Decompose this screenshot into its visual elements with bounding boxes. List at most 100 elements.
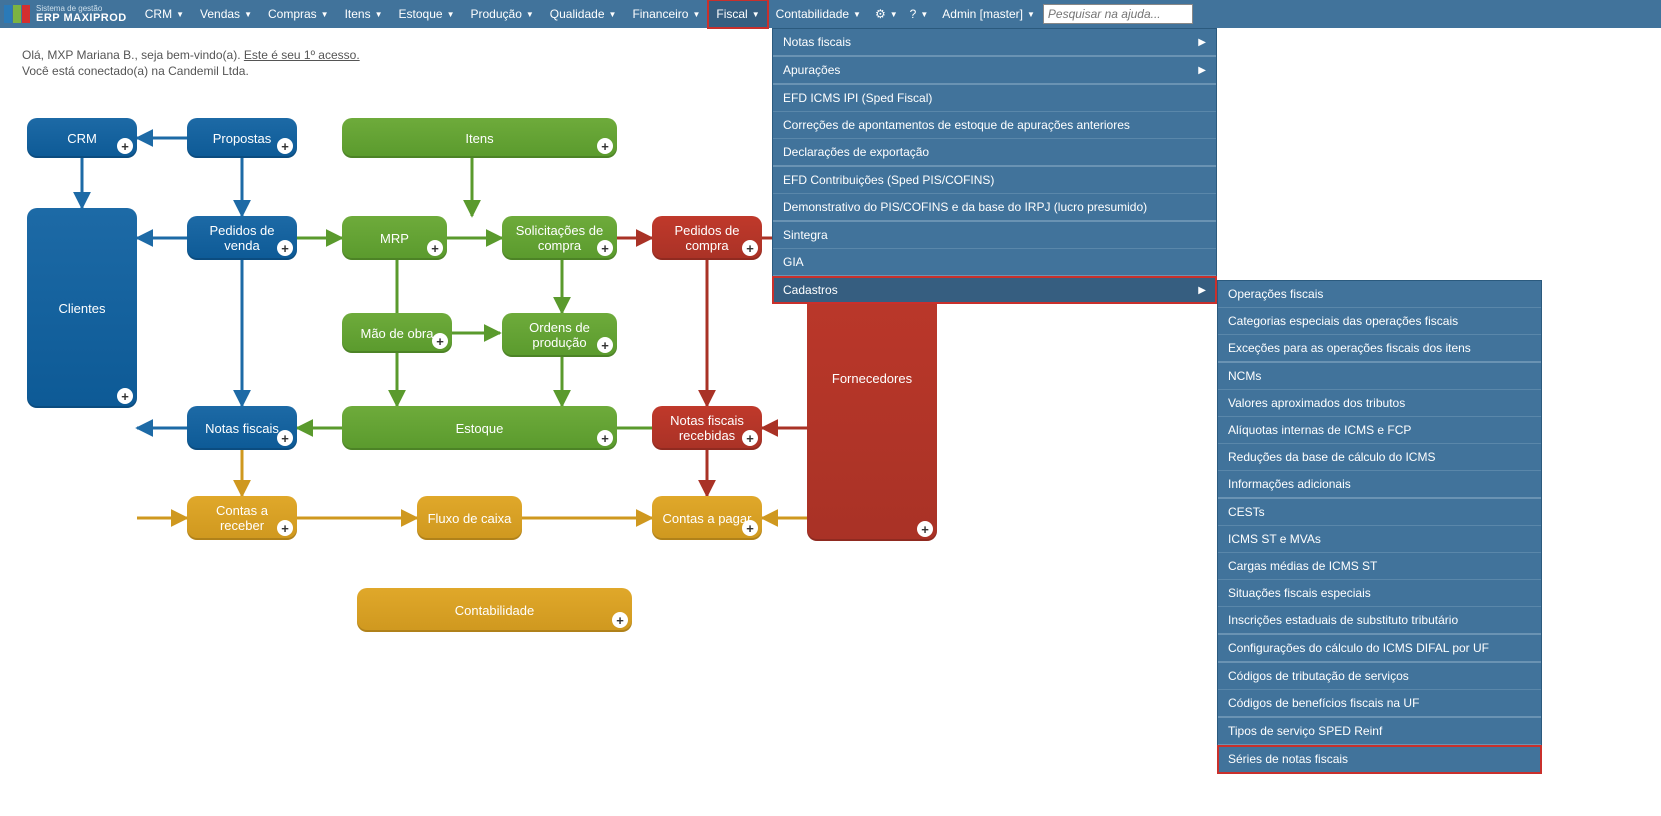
submenu-cargas[interactable]: Cargas médias de ICMS ST [1218,553,1541,580]
caret-down-icon: ▼ [526,10,534,19]
dropdown-efd-contrib[interactable]: EFD Contribuições (Sped PIS/COFINS) [773,167,1216,194]
plus-icon[interactable]: + [597,138,613,154]
submenu-reducoes[interactable]: Reduções da base de cálculo do ICMS [1218,444,1541,471]
caret-down-icon: ▼ [176,10,184,19]
gear-icon: ⚙ [875,7,886,21]
caret-down-icon: ▼ [244,10,252,19]
dropdown-efd-icms[interactable]: EFD ICMS IPI (Sped Fiscal) [773,85,1216,112]
menu-fiscal[interactable]: Fiscal▼ [708,0,767,28]
caret-down-icon: ▼ [890,10,898,19]
plus-icon[interactable]: + [277,430,293,446]
plus-icon[interactable]: + [742,240,758,256]
caret-down-icon: ▼ [692,10,700,19]
submenu-valores-aprox[interactable]: Valores aproximados dos tributos [1218,390,1541,417]
help-search-input[interactable] [1043,4,1193,24]
menu-qualidade[interactable]: Qualidade▼ [542,0,625,28]
node-contas-receber[interactable]: Contas a receber+ [187,496,297,540]
plus-icon[interactable]: + [117,138,133,154]
plus-icon[interactable]: + [597,337,613,353]
submenu-categorias[interactable]: Categorias especiais das operações fisca… [1218,308,1541,335]
submenu-tipos-sped[interactable]: Tipos de serviço SPED Reinf [1218,718,1541,746]
brand-name: ERP MAXIPROD [36,13,127,24]
node-pedidos-venda[interactable]: Pedidos de venda+ [187,216,297,260]
fiscal-dropdown: Notas fiscais▶ Apurações▶ EFD ICMS IPI (… [772,28,1217,304]
top-navbar: Sistema de gestão ERP MAXIPROD CRM▼ Vend… [0,0,1661,28]
node-fluxo-caixa[interactable]: Fluxo de caixa [417,496,522,540]
submenu-situacoes[interactable]: Situações fiscais especiais [1218,580,1541,607]
submenu-ncms[interactable]: NCMs [1218,363,1541,390]
dropdown-cadastros[interactable]: Cadastros▶ [773,277,1216,303]
submenu-info-adicionais[interactable]: Informações adicionais [1218,471,1541,499]
plus-icon[interactable]: + [277,520,293,536]
menu-compras[interactable]: Compras▼ [260,0,337,28]
dropdown-declaracoes[interactable]: Declarações de exportação [773,139,1216,167]
submenu-excecoes[interactable]: Exceções para as operações fiscais dos i… [1218,335,1541,363]
node-ordens-producao[interactable]: Ordens de produção+ [502,313,617,357]
submenu-inscricoes[interactable]: Inscrições estaduais de substituto tribu… [1218,607,1541,635]
submenu-config-difal[interactable]: Configurações do cálculo do ICMS DIFAL p… [1218,635,1541,663]
chevron-right-icon: ▶ [1198,285,1206,296]
menu-producao[interactable]: Produção▼ [463,0,542,28]
node-clientes[interactable]: Clientes+ [27,208,137,408]
node-solicitacoes[interactable]: Solicitações de compra+ [502,216,617,260]
node-itens[interactable]: Itens+ [342,118,617,158]
node-nf-recebidas[interactable]: Notas fiscais recebidas+ [652,406,762,450]
first-access-link[interactable]: Este é seu 1º acesso. [244,48,360,62]
caret-down-icon: ▼ [375,10,383,19]
menu-vendas[interactable]: Vendas▼ [192,0,260,28]
chevron-right-icon: ▶ [1198,65,1206,76]
node-propostas[interactable]: Propostas+ [187,118,297,158]
node-estoque[interactable]: Estoque+ [342,406,617,450]
caret-down-icon: ▼ [752,10,760,19]
caret-down-icon: ▼ [321,10,329,19]
menu-financeiro[interactable]: Financeiro▼ [624,0,708,28]
dropdown-gia[interactable]: GIA [773,249,1216,277]
node-pedidos-compra[interactable]: Pedidos de compra+ [652,216,762,260]
cadastros-submenu: Operações fiscais Categorias especiais d… [1217,280,1542,774]
plus-icon[interactable]: + [117,388,133,404]
node-contas-pagar[interactable]: Contas a pagar+ [652,496,762,540]
plus-icon[interactable]: + [277,240,293,256]
plus-icon[interactable]: + [597,240,613,256]
submenu-aliquotas[interactable]: Alíquotas internas de ICMS e FCP [1218,417,1541,444]
plus-icon[interactable]: + [742,520,758,536]
node-mrp[interactable]: MRP+ [342,216,447,260]
plus-icon[interactable]: + [597,430,613,446]
submenu-icms-st-mvas[interactable]: ICMS ST e MVAs [1218,526,1541,553]
caret-down-icon: ▼ [1027,10,1035,19]
submenu-series-nf[interactable]: Séries de notas fiscais [1218,746,1541,773]
plus-icon[interactable]: + [427,240,443,256]
submenu-operacoes[interactable]: Operações fiscais [1218,281,1541,308]
plus-icon[interactable]: + [432,333,448,349]
menu-contabilidade[interactable]: Contabilidade▼ [768,0,869,28]
node-contabilidade[interactable]: Contabilidade+ [357,588,632,632]
dropdown-sintegra[interactable]: Sintegra [773,222,1216,249]
submenu-cests[interactable]: CESTs [1218,499,1541,526]
menu-itens[interactable]: Itens▼ [337,0,391,28]
brand-logo[interactable]: Sistema de gestão ERP MAXIPROD [4,5,127,24]
menu-crm[interactable]: CRM▼ [137,0,192,28]
submenu-codigos-trib[interactable]: Códigos de tributação de serviços [1218,663,1541,690]
node-notas-fiscais[interactable]: Notas fiscais+ [187,406,297,450]
menu-settings[interactable]: ⚙▼ [869,0,904,28]
submenu-codigos-benef[interactable]: Códigos de benefícios fiscais na UF [1218,690,1541,718]
menu-admin[interactable]: Admin [master]▼ [934,0,1043,28]
dropdown-correcoes[interactable]: Correções de apontamentos de estoque de … [773,112,1216,139]
node-mao-de-obra[interactable]: Mão de obra+ [342,313,452,353]
main-menu: CRM▼ Vendas▼ Compras▼ Itens▼ Estoque▼ Pr… [137,0,1043,28]
plus-icon[interactable]: + [917,521,933,537]
caret-down-icon: ▼ [447,10,455,19]
plus-icon[interactable]: + [742,430,758,446]
dropdown-notas-fiscais[interactable]: Notas fiscais▶ [773,29,1216,57]
dropdown-demonstrativo[interactable]: Demonstrativo do PIS/COFINS e da base do… [773,194,1216,222]
plus-icon[interactable]: + [612,612,628,628]
node-crm[interactable]: CRM+ [27,118,137,158]
chevron-right-icon: ▶ [1198,37,1206,48]
caret-down-icon: ▼ [609,10,617,19]
dropdown-apuracoes[interactable]: Apurações▶ [773,57,1216,85]
menu-help[interactable]: ?▼ [904,0,935,28]
logo-icon [4,5,30,23]
caret-down-icon: ▼ [920,10,928,19]
menu-estoque[interactable]: Estoque▼ [391,0,463,28]
plus-icon[interactable]: + [277,138,293,154]
